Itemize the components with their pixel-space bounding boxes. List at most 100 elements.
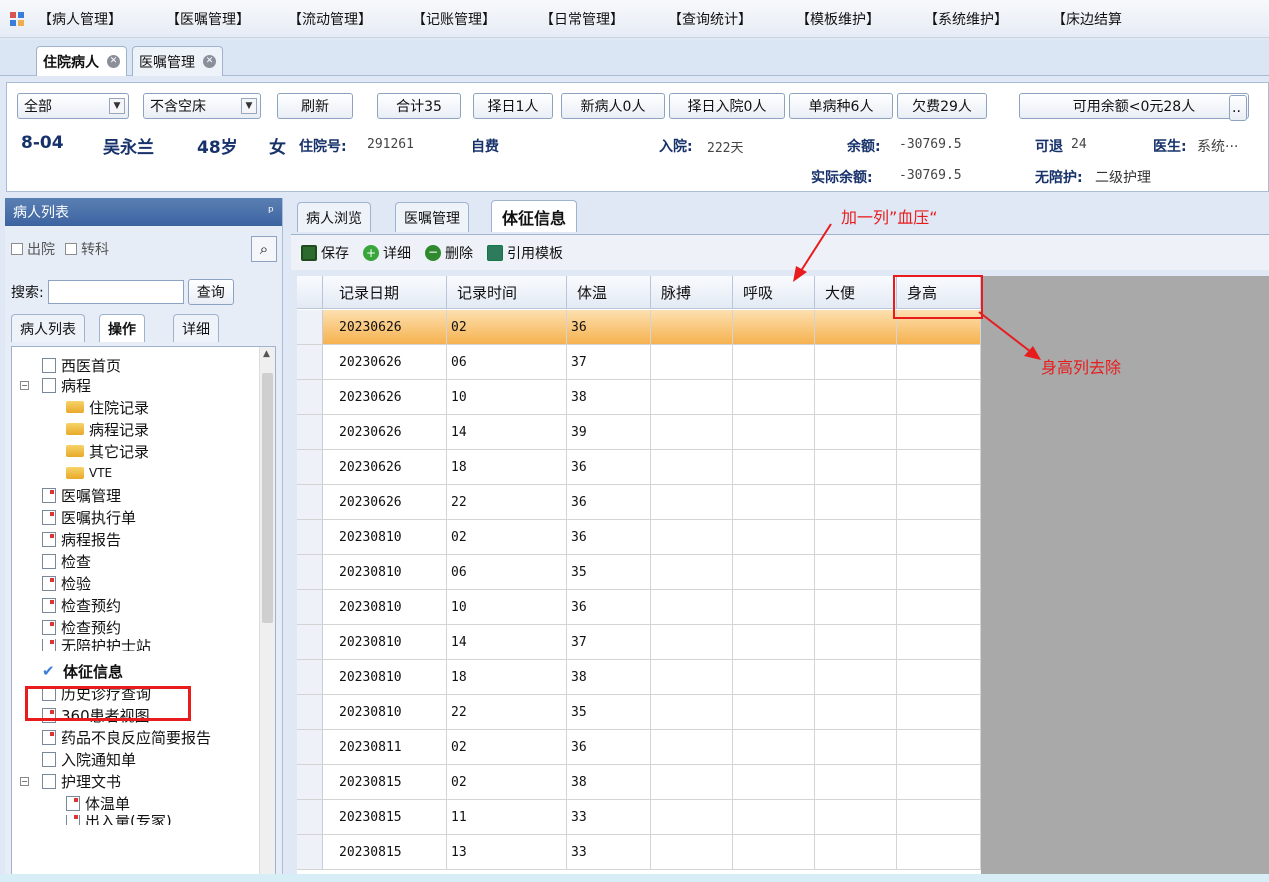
- row-selector[interactable]: [297, 555, 323, 589]
- pin-icon[interactable]: ᵖ: [268, 204, 274, 220]
- table-row[interactable]: 20230626 14 39: [297, 415, 981, 450]
- table-row[interactable]: 20230811 02 36: [297, 730, 981, 765]
- balance-below-zero-button[interactable]: 可用余额<0元28人: [1019, 93, 1249, 119]
- table-cell[interactable]: [897, 485, 981, 519]
- arrears-button[interactable]: 欠费29人: [897, 93, 987, 119]
- chevron-down-icon[interactable]: ▼: [109, 98, 125, 114]
- table-cell[interactable]: [897, 800, 981, 834]
- table-cell[interactable]: 35: [567, 555, 651, 589]
- table-row[interactable]: 20230810 06 35: [297, 555, 981, 590]
- table-cell[interactable]: 18: [447, 450, 567, 484]
- table-row[interactable]: 20230626 22 36: [297, 485, 981, 520]
- table-row[interactable]: 20230815 02 38: [297, 765, 981, 800]
- table-cell[interactable]: 38: [567, 380, 651, 414]
- new-patients-button[interactable]: 新病人0人: [561, 93, 665, 119]
- table-cell[interactable]: [651, 625, 733, 659]
- table-cell[interactable]: 10: [447, 590, 567, 624]
- column-header-date[interactable]: 记录日期: [323, 276, 447, 309]
- table-row[interactable]: 20230626 02 36: [297, 310, 981, 345]
- delete-button[interactable]: − 删除: [425, 243, 473, 263]
- table-cell[interactable]: [897, 730, 981, 764]
- tree-item-western-homepage[interactable]: 西医首页: [42, 355, 121, 375]
- table-cell[interactable]: [815, 310, 897, 344]
- detail-button[interactable]: + 详细: [363, 243, 411, 263]
- single-disease-button[interactable]: 单病种6人: [789, 93, 893, 119]
- scrollbar[interactable]: ▲: [259, 347, 275, 875]
- table-cell[interactable]: [651, 450, 733, 484]
- tree-item-order-management[interactable]: 医嘱管理: [42, 485, 121, 505]
- table-row[interactable]: 20230810 02 36: [297, 520, 981, 555]
- table-cell[interactable]: [897, 695, 981, 729]
- table-cell[interactable]: [651, 730, 733, 764]
- table-cell[interactable]: 20230810: [323, 520, 447, 554]
- save-button[interactable]: 保存: [301, 243, 349, 263]
- row-selector[interactable]: [297, 800, 323, 834]
- table-cell[interactable]: [815, 450, 897, 484]
- table-cell[interactable]: [815, 485, 897, 519]
- table-cell[interactable]: 20230815: [323, 765, 447, 799]
- table-cell[interactable]: [897, 555, 981, 589]
- scroll-up-icon[interactable]: ▲: [263, 349, 270, 359]
- table-cell[interactable]: [733, 835, 815, 869]
- table-cell[interactable]: 36: [567, 450, 651, 484]
- tree-item-vital-signs[interactable]: ✔ 体征信息: [42, 661, 123, 681]
- table-cell[interactable]: [815, 345, 897, 379]
- tab-order-management[interactable]: 医嘱管理 ✕: [132, 46, 223, 76]
- table-cell[interactable]: 02: [447, 730, 567, 764]
- row-selector[interactable]: [297, 695, 323, 729]
- table-cell[interactable]: [651, 835, 733, 869]
- menu-billing-management[interactable]: 【记账管理】: [412, 9, 496, 29]
- table-cell[interactable]: [733, 555, 815, 589]
- table-cell[interactable]: [651, 520, 733, 554]
- table-cell[interactable]: [733, 590, 815, 624]
- tree-item-nursing-docs[interactable]: 护理文书: [42, 771, 121, 791]
- table-cell[interactable]: [897, 590, 981, 624]
- table-row[interactable]: 20230626 18 36: [297, 450, 981, 485]
- table-cell[interactable]: 36: [567, 520, 651, 554]
- table-cell[interactable]: 20230811: [323, 730, 447, 764]
- table-cell[interactable]: [897, 450, 981, 484]
- table-cell[interactable]: [651, 695, 733, 729]
- collapse-icon[interactable]: −: [20, 381, 29, 390]
- table-cell[interactable]: [815, 520, 897, 554]
- menu-template-maintenance[interactable]: 【模板维护】: [796, 9, 880, 29]
- table-cell[interactable]: [897, 835, 981, 869]
- menu-query-statistics[interactable]: 【查询统计】: [668, 9, 752, 29]
- tab-inpatients[interactable]: 住院病人 ✕: [36, 46, 127, 76]
- refresh-button[interactable]: 刷新: [277, 93, 353, 119]
- query-button[interactable]: 查询: [187, 279, 234, 305]
- row-selector[interactable]: [297, 590, 323, 624]
- row-selector[interactable]: [297, 625, 323, 659]
- table-cell[interactable]: [733, 660, 815, 694]
- selected-day-button[interactable]: 择日1人: [473, 93, 553, 119]
- menu-bedside-settlement[interactable]: 【床边结算: [1052, 9, 1122, 29]
- column-header-temperature[interactable]: 体温: [567, 276, 651, 309]
- menu-system-maintenance[interactable]: 【系统维护】: [924, 9, 1008, 29]
- row-selector[interactable]: [297, 765, 323, 799]
- table-cell[interactable]: [651, 800, 733, 834]
- table-cell[interactable]: 14: [447, 625, 567, 659]
- table-cell[interactable]: [733, 520, 815, 554]
- table-cell[interactable]: [815, 590, 897, 624]
- table-cell[interactable]: 20230626: [323, 310, 447, 344]
- table-cell[interactable]: 06: [447, 555, 567, 589]
- tree-item-course[interactable]: 病程: [42, 375, 91, 395]
- table-cell[interactable]: 37: [567, 345, 651, 379]
- close-icon[interactable]: ✕: [203, 55, 216, 68]
- column-header-pulse[interactable]: 脉搏: [651, 276, 733, 309]
- table-cell[interactable]: 38: [567, 660, 651, 694]
- tree-item-order-execution[interactable]: 医嘱执行单: [42, 507, 136, 527]
- table-cell[interactable]: 20230626: [323, 450, 447, 484]
- table-cell[interactable]: [651, 310, 733, 344]
- table-cell[interactable]: [897, 520, 981, 554]
- table-cell[interactable]: 36: [567, 730, 651, 764]
- table-cell[interactable]: [733, 800, 815, 834]
- table-cell[interactable]: 20230626: [323, 380, 447, 414]
- tab-patient-list[interactable]: 病人列表: [11, 314, 85, 342]
- table-cell[interactable]: [651, 415, 733, 449]
- table-cell[interactable]: [815, 800, 897, 834]
- collapse-icon[interactable]: −: [20, 777, 29, 786]
- table-cell[interactable]: 20230810: [323, 660, 447, 694]
- scroll-thumb[interactable]: [262, 373, 273, 623]
- table-cell[interactable]: 10: [447, 380, 567, 414]
